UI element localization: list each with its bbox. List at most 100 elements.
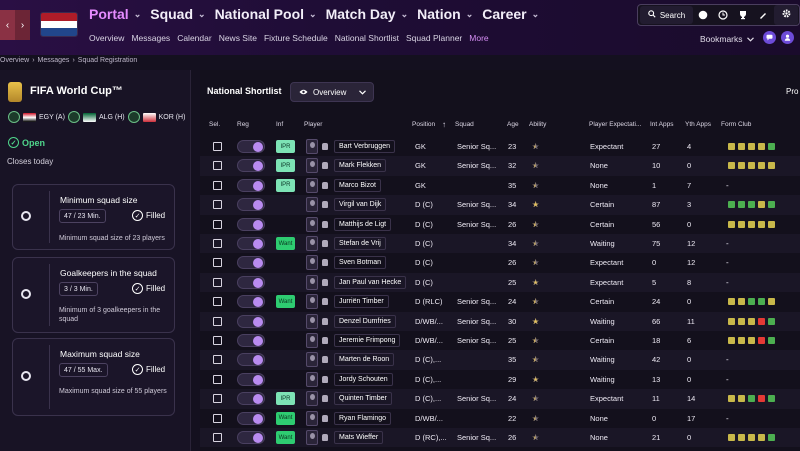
column-header[interactable]: Sel.	[209, 121, 220, 128]
player-name[interactable]: Denzel Dumfries	[334, 314, 396, 328]
player-name[interactable]: Mark Flekken	[334, 159, 387, 173]
table-row[interactable]: Virgil van Dijk D (C) Senior Sq... 34 ★ ★ ★ ★ ☆ C…	[200, 195, 800, 215]
trophy-icon[interactable]	[733, 6, 753, 24]
table-row[interactable]: Marten de RoonD (C),...35★★★★☆Waiting420…	[200, 350, 800, 370]
player-name[interactable]: Jeremie Frimpong	[334, 334, 401, 347]
register-toggle[interactable]	[237, 411, 265, 425]
player-name[interactable]: Bart Verbruggen	[334, 140, 395, 153]
bookmarks-menu[interactable]: Bookmarks	[700, 34, 754, 44]
clock-icon[interactable]	[713, 6, 733, 24]
view-dropdown[interactable]: Overview	[290, 82, 374, 102]
register-toggle[interactable]	[237, 275, 265, 289]
pen-icon[interactable]	[753, 6, 773, 24]
register-toggle[interactable]	[237, 353, 265, 367]
squad-rule-card[interactable]: Maximum squad size 47 / 55 Max. ✓ Filled Max…	[12, 338, 175, 416]
sub-nav-item[interactable]: More	[469, 33, 488, 43]
column-header[interactable]: Reg	[237, 121, 249, 128]
select-checkbox[interactable]	[213, 277, 222, 287]
main-nav-item[interactable]: Match Day ⌄	[326, 6, 409, 22]
select-checkbox[interactable]	[213, 433, 222, 442]
ball-icon[interactable]	[693, 6, 713, 24]
select-checkbox[interactable]	[213, 355, 222, 365]
squad-rule-card[interactable]: Goalkeepers in the squad 3 / 3 Min. ✓ Fille…	[12, 257, 175, 333]
back-button[interactable]: ‹	[0, 10, 15, 40]
select-checkbox[interactable]	[213, 161, 222, 171]
table-row[interactable]: IPRMarco BizotGK35★★★☆☆None17-	[200, 176, 800, 195]
register-toggle[interactable]	[237, 392, 265, 406]
table-row[interactable]: Matthijs de LigtD (C)Senior Sq...26★★★★☆…	[200, 215, 800, 234]
table-row[interactable]: Want Mats Wieffer D (RC),... Senior Sq... 26…	[200, 428, 800, 448]
chat-icon[interactable]	[763, 31, 776, 44]
forward-button[interactable]: ›	[15, 10, 30, 40]
select-checkbox[interactable]	[213, 394, 222, 404]
table-row[interactable]: IPR Quinten Timber D (C),... Senior Sq... 24…	[200, 389, 800, 409]
table-row[interactable]: IPRBart VerbruggenGKSenior Sq...23★★★☆☆E…	[200, 137, 800, 156]
table-row[interactable]: Jeremie FrimpongD/WB/...Senior Sq...25★★…	[200, 331, 800, 350]
table-row[interactable]: Want Jurriën Timber D (RLC) Senior Sq... 24 ★…	[200, 292, 800, 311]
player-name[interactable]: Virgil van Dijk	[334, 198, 387, 212]
breadcrumb-item[interactable]: Squad Registration	[78, 57, 138, 64]
sub-nav-item[interactable]: Overview	[89, 33, 124, 43]
player-name[interactable]: Ryan Flamingo	[334, 411, 392, 425]
select-checkbox[interactable]	[213, 336, 222, 345]
select-checkbox[interactable]	[213, 413, 222, 423]
column-header[interactable]: Ability	[529, 121, 546, 128]
select-checkbox[interactable]	[213, 219, 222, 229]
breadcrumb-item[interactable]: Messages	[38, 57, 70, 64]
settings-button[interactable]	[774, 5, 798, 25]
opponent-code[interactable]: KOR (H)	[159, 114, 186, 121]
rule-radio[interactable]	[21, 289, 31, 299]
register-toggle[interactable]	[237, 295, 265, 309]
sub-nav-item[interactable]: News Site	[219, 33, 257, 43]
register-toggle[interactable]	[237, 159, 265, 173]
select-checkbox[interactable]	[213, 200, 222, 210]
select-checkbox[interactable]	[213, 258, 222, 268]
column-header[interactable]: Squad	[455, 121, 474, 128]
register-toggle[interactable]	[237, 237, 265, 250]
player-name[interactable]: Quinten Timber	[334, 392, 392, 406]
register-toggle[interactable]	[237, 140, 265, 153]
table-row[interactable]: Jordy Schouten D (C),... 29 ★ ★ ★ ☆ ☆ Waiting 13 0…	[200, 370, 800, 389]
table-row[interactable]: IPRMark FlekkenGKSenior Sq...32★★★☆☆None…	[200, 156, 800, 176]
column-header[interactable]: Player	[304, 121, 322, 128]
select-checkbox[interactable]	[213, 180, 222, 190]
select-checkbox[interactable]	[213, 316, 222, 326]
sub-nav-item[interactable]: Fixture Schedule	[264, 33, 328, 43]
player-name[interactable]: Sven Botman	[334, 256, 387, 270]
select-checkbox[interactable]	[213, 142, 222, 151]
player-name[interactable]: Matthijs de Ligt	[334, 217, 392, 231]
table-row[interactable]: Denzel Dumfries D/WB/... Senior Sq... 30 ★ ★ ★…	[200, 311, 800, 331]
select-checkbox[interactable]	[213, 239, 222, 248]
main-nav-item[interactable]: National Pool ⌄	[215, 6, 317, 22]
column-header[interactable]: Player Expectati...	[589, 121, 641, 128]
register-toggle[interactable]	[237, 334, 265, 347]
squad-rule-card[interactable]: Minimum squad size 47 / 23 Min. ✓ Filled Min…	[12, 184, 175, 250]
table-row[interactable]: Sven BotmanD (C)26★★★☆☆Expectant012-	[200, 253, 800, 272]
opponent-code[interactable]: ALG (H)	[99, 114, 125, 121]
register-toggle[interactable]	[237, 217, 265, 231]
column-header[interactable]: Form Club	[721, 121, 751, 128]
column-header[interactable]: Int Apps	[650, 121, 674, 128]
select-checkbox[interactable]	[213, 297, 222, 307]
sort-ascending-icon[interactable]: ↑	[442, 120, 446, 129]
player-name[interactable]: Marten de Roon	[334, 353, 395, 367]
table-row[interactable]: WantStefan de VrijD (C)34★★★☆☆Waiting751…	[200, 234, 800, 254]
player-name[interactable]: Marco Bizot	[334, 178, 381, 192]
player-name[interactable]: Mats Wieffer	[334, 431, 384, 444]
player-name[interactable]: Jan Paul van Hecke	[334, 275, 407, 289]
column-header[interactable]: Inf	[276, 121, 283, 128]
register-toggle[interactable]	[237, 178, 265, 192]
register-toggle[interactable]	[237, 314, 265, 328]
sub-nav-item[interactable]: Calendar	[177, 33, 212, 43]
player-name[interactable]: Jurriën Timber	[334, 295, 389, 309]
nation-flag[interactable]	[40, 12, 78, 37]
column-header[interactable]: Position	[412, 121, 435, 128]
register-toggle[interactable]	[237, 256, 265, 270]
sub-nav-item[interactable]: Messages	[131, 33, 170, 43]
main-nav-item[interactable]: Career ⌄	[482, 6, 539, 22]
breadcrumb-item[interactable]: Overview	[0, 57, 29, 64]
register-toggle[interactable]	[237, 198, 265, 212]
sub-nav-item[interactable]: National Shortlist	[335, 33, 399, 43]
main-nav-item[interactable]: Portal ⌄	[89, 6, 141, 22]
column-header[interactable]: Yth Apps	[685, 121, 711, 128]
